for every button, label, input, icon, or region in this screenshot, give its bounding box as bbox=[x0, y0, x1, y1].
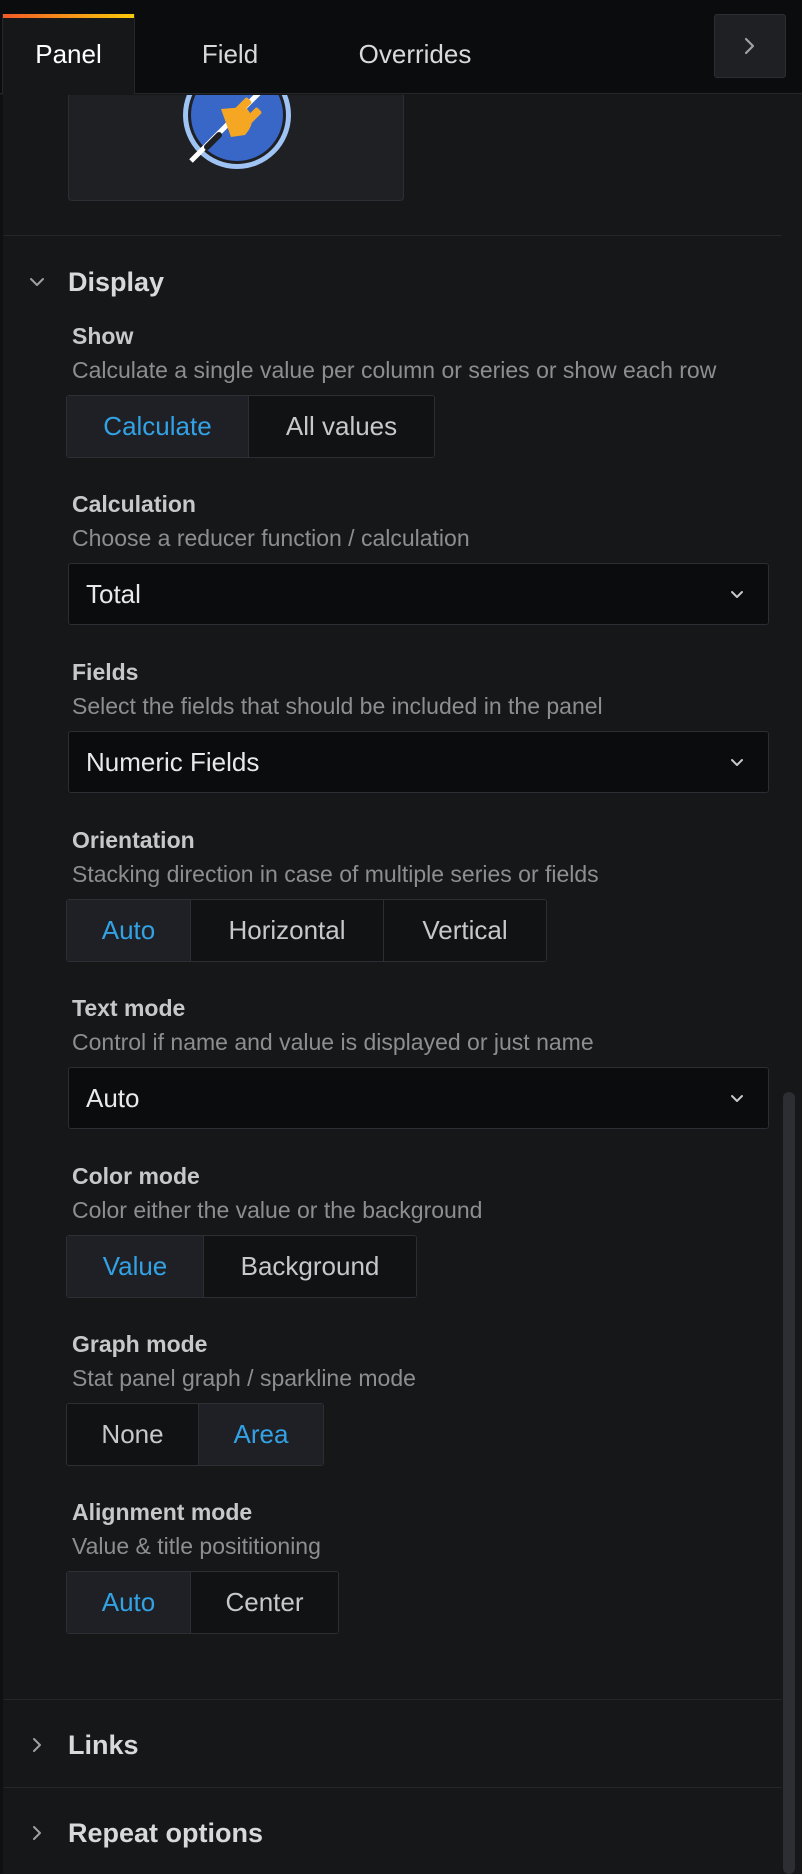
text-mode-select[interactable]: Auto bbox=[68, 1067, 769, 1129]
repeat-options-section-title: Repeat options bbox=[68, 1817, 264, 1848]
alignment-mode-radio-group: Auto Center bbox=[66, 1571, 339, 1634]
options-pane: Display Show Calculate a single value pe… bbox=[0, 95, 802, 1874]
display-section-title: Display bbox=[68, 266, 165, 297]
plug-icon bbox=[183, 95, 291, 169]
show-label: Show bbox=[72, 323, 134, 349]
fields-description: Select the fields that should be include… bbox=[72, 693, 603, 719]
color-mode-option-background[interactable]: Background bbox=[204, 1236, 416, 1297]
text-mode-value: Auto bbox=[86, 1082, 140, 1113]
calculation-select[interactable]: Total bbox=[68, 563, 769, 625]
show-description: Calculate a single value per column or s… bbox=[72, 357, 717, 383]
orientation-radio-group: Auto Horizontal Vertical bbox=[66, 899, 547, 962]
text-mode-label: Text mode bbox=[72, 995, 186, 1021]
chevron-right-icon bbox=[33, 1738, 41, 1752]
graph-mode-option-area[interactable]: Area bbox=[199, 1404, 323, 1465]
color-mode-label: Color mode bbox=[72, 1163, 200, 1189]
calculation-description: Choose a reducer function / calculation bbox=[72, 525, 470, 551]
section-divider bbox=[4, 235, 782, 236]
orientation-description: Stacking direction in case of multiple s… bbox=[72, 861, 599, 887]
section-divider bbox=[4, 1787, 782, 1788]
links-section-header[interactable]: Links bbox=[0, 1718, 780, 1772]
orientation-option-auto[interactable]: Auto bbox=[67, 900, 191, 961]
color-mode-radio-group: Value Background bbox=[66, 1235, 417, 1298]
chevron-right-icon bbox=[744, 37, 755, 55]
show-option-calculate[interactable]: Calculate bbox=[67, 396, 249, 457]
color-mode-description: Color either the value or the background bbox=[72, 1197, 483, 1223]
fields-select[interactable]: Numeric Fields bbox=[68, 731, 769, 793]
chevron-right-icon bbox=[33, 1826, 41, 1840]
collapse-options-button[interactable] bbox=[714, 14, 786, 78]
plugin-logo-card bbox=[68, 95, 404, 201]
tab-overrides[interactable]: Overrides bbox=[330, 14, 500, 94]
alignment-mode-option-center[interactable]: Center bbox=[191, 1572, 338, 1633]
display-section-header[interactable]: Display bbox=[0, 255, 780, 309]
links-section-title: Links bbox=[68, 1729, 139, 1760]
repeat-options-section-header[interactable]: Repeat options bbox=[0, 1806, 780, 1860]
chevron-down-icon bbox=[30, 278, 44, 286]
orientation-label: Orientation bbox=[72, 827, 195, 853]
tab-field[interactable]: Field bbox=[150, 14, 310, 94]
chevron-down-icon bbox=[731, 759, 743, 766]
text-mode-description: Control if name and value is displayed o… bbox=[72, 1029, 594, 1055]
fields-value: Numeric Fields bbox=[86, 746, 260, 777]
options-tab-bar: Panel Field Overrides bbox=[0, 0, 802, 94]
tab-panel[interactable]: Panel bbox=[2, 14, 135, 94]
graph-mode-description: Stat panel graph / sparkline mode bbox=[72, 1365, 416, 1391]
graph-mode-radio-group: None Area bbox=[66, 1403, 324, 1466]
alignment-mode-description: Value & title posititioning bbox=[72, 1533, 321, 1559]
alignment-mode-option-auto[interactable]: Auto bbox=[67, 1572, 191, 1633]
chevron-down-icon bbox=[731, 591, 743, 598]
fields-label: Fields bbox=[72, 659, 139, 685]
graph-mode-label: Graph mode bbox=[72, 1331, 208, 1357]
orientation-option-vertical[interactable]: Vertical bbox=[384, 900, 546, 961]
orientation-option-horizontal[interactable]: Horizontal bbox=[191, 900, 384, 961]
calculation-label: Calculation bbox=[72, 491, 196, 517]
vertical-scrollbar[interactable] bbox=[783, 1092, 795, 1874]
show-option-all-values[interactable]: All values bbox=[249, 396, 434, 457]
calculation-value: Total bbox=[86, 578, 141, 609]
chevron-down-icon bbox=[731, 1095, 743, 1102]
graph-mode-option-none[interactable]: None bbox=[67, 1404, 199, 1465]
section-divider bbox=[4, 1699, 782, 1700]
color-mode-option-value[interactable]: Value bbox=[67, 1236, 204, 1297]
alignment-mode-label: Alignment mode bbox=[72, 1499, 253, 1525]
show-radio-group: Calculate All values bbox=[66, 395, 435, 458]
